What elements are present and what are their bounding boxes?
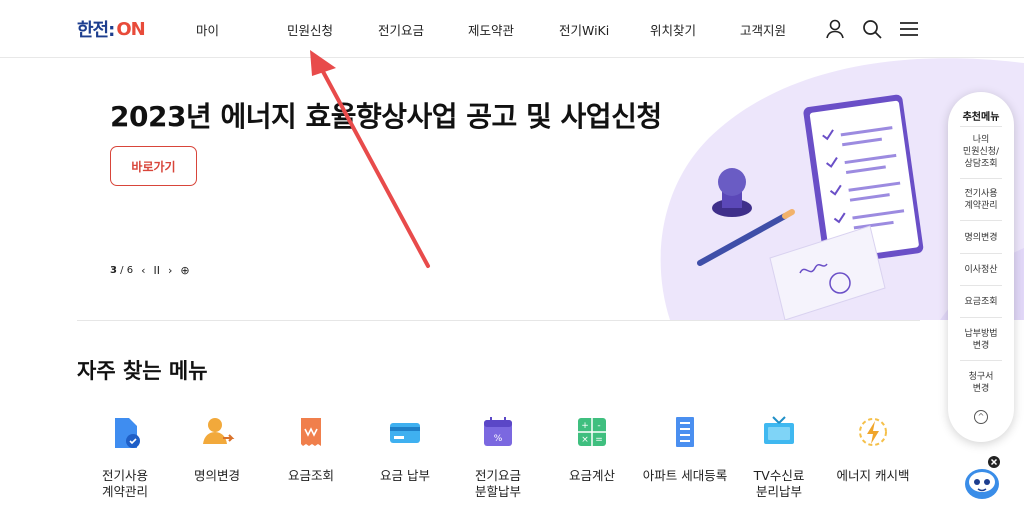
rail-line: 나의 — [972, 135, 990, 145]
menu-label: 에너지 캐시백 — [836, 468, 910, 483]
rail-title: 추천메뉴 — [962, 112, 1000, 123]
rail-line: 전기사용 — [964, 189, 998, 199]
chatbot-icon[interactable] — [960, 456, 1006, 502]
rail-divider — [960, 178, 1002, 179]
nav-item-support[interactable]: 고객지원 — [740, 20, 786, 39]
rail-line: 민원신청/ — [962, 147, 1000, 157]
section-title: 자주 찾는 메뉴 — [77, 359, 208, 383]
rail-divider — [960, 360, 1002, 361]
menu-label-2: 분리납부 — [755, 484, 802, 499]
menu-label: TV수신료 — [753, 468, 805, 483]
pager-count: 3 / 6 — [110, 265, 133, 276]
rail-item-move-settlement[interactable]: 이사정산 — [958, 264, 1004, 276]
brand-logo-on: ON — [116, 18, 145, 40]
rail-line: 변경 — [972, 341, 990, 351]
tv-icon — [764, 416, 794, 444]
menu-item-energy-cashback[interactable]: 에너지 캐시백 — [828, 412, 918, 484]
rail-item-contract[interactable]: 전기사용 계약관리 — [958, 188, 1004, 212]
more-slides-icon[interactable]: ⊕ — [180, 264, 189, 277]
prev-slide-icon[interactable]: ‹ — [141, 264, 145, 277]
rail-item-name-change[interactable]: 명의변경 — [958, 232, 1004, 244]
menu-item-payment[interactable]: 요금 납부 — [360, 412, 450, 484]
menu-label-2: 분할납부 — [474, 484, 521, 499]
rail-line: 명의변경 — [964, 233, 998, 243]
rail-item-my-petition[interactable]: 나의 민원신청/ 상담조회 — [958, 134, 1004, 170]
svg-text:+: + — [581, 421, 589, 431]
header: 한전: ON 마이 민원신청 전기요금 제도약관 전기WiKi 위치찾기 고객지… — [0, 0, 1024, 58]
search-icon[interactable] — [861, 18, 883, 40]
menu-item-name-change[interactable]: 명의변경 — [172, 412, 262, 484]
apartment-icon — [676, 417, 694, 447]
pager-current: 3 — [110, 265, 117, 276]
section-divider — [77, 320, 920, 321]
menu-item-apartment[interactable]: 아파트 세대등록 — [640, 412, 730, 484]
menu-label: 전기사용 — [101, 468, 148, 483]
menu-icon[interactable] — [898, 18, 920, 40]
nav-item-bill[interactable]: 전기요금 — [378, 20, 424, 39]
rail-divider — [960, 220, 1002, 221]
contract-icon — [115, 418, 140, 448]
rail-line: 상담조회 — [964, 159, 998, 169]
rail-divider — [960, 126, 1002, 127]
rail-line: 청구서 — [968, 372, 994, 382]
rail-item-payment-method[interactable]: 납부방법 변경 — [958, 328, 1004, 352]
recommended-menu-rail: 추천메뉴 나의 민원신청/ 상담조회 전기사용 계약관리 명의변경 이사정산 요… — [948, 92, 1014, 442]
rail-line: 요금조회 — [964, 297, 998, 307]
brand-logo-ko: 한전: — [77, 20, 115, 41]
menu-label: 전기요금 — [474, 468, 521, 483]
card-icon — [390, 423, 420, 443]
next-slide-icon[interactable]: › — [168, 264, 172, 277]
svg-text:×: × — [581, 435, 589, 445]
rail-line: 납부방법 — [964, 329, 998, 339]
hero-title: 2023년 에너지 효율향상사업 공고 및 사업신청 — [110, 100, 662, 133]
menu-item-tv-fee[interactable]: TV수신료 분리납부 — [734, 412, 824, 500]
pager-total: / 6 — [120, 265, 134, 276]
menu-label-2: 계약관리 — [101, 484, 148, 499]
svg-text:=: = — [595, 435, 603, 445]
energy-icon — [859, 418, 887, 446]
rail-line: 변경 — [972, 384, 990, 394]
rail-line: 이사정산 — [964, 265, 998, 275]
menu-label: 명의변경 — [193, 468, 240, 483]
nav-item-my[interactable]: 마이 — [196, 20, 219, 39]
shortcut-button[interactable]: 바로가기 — [110, 146, 197, 186]
menu-item-bill-inquiry[interactable]: 요금조회 — [266, 412, 356, 484]
slider-pager: 3 / 6 ‹ II › ⊕ — [110, 264, 190, 277]
chevron-up-icon[interactable]: ^ — [974, 410, 988, 424]
rail-divider — [960, 253, 1002, 254]
menu-item-contract[interactable]: 전기사용 계약관리 — [80, 412, 170, 500]
nav-item-petition[interactable]: 민원신청 — [287, 20, 333, 39]
menu-item-installment[interactable]: % 전기요금 분할납부 — [453, 412, 543, 500]
menu-item-calculator[interactable]: + - × = 요금계산 — [547, 412, 637, 484]
calendar-icon: % — [484, 417, 512, 446]
person-change-icon — [203, 418, 235, 444]
bill-icon — [301, 418, 321, 446]
rail-line: 계약관리 — [964, 201, 998, 211]
rail-item-bill-inquiry[interactable]: 요금조회 — [958, 296, 1004, 308]
page: 한전: ON 마이 민원신청 전기요금 제도약관 전기WiKi 위치찾기 고객지… — [0, 0, 1024, 531]
svg-text:%: % — [494, 434, 503, 444]
nav-item-terms[interactable]: 제도약관 — [468, 20, 514, 39]
brand-logo[interactable]: 한전: ON — [77, 17, 146, 42]
nav-item-location[interactable]: 위치찾기 — [650, 20, 696, 39]
menu-label: 아파트 세대등록 — [642, 468, 728, 483]
rail-divider — [960, 285, 1002, 286]
menu-label: 요금계산 — [568, 468, 615, 483]
pause-icon[interactable]: II — [153, 264, 160, 277]
calculator-icon: + - × = — [578, 418, 606, 446]
user-icon[interactable] — [824, 18, 846, 40]
menu-label: 요금 납부 — [380, 468, 430, 483]
rail-item-invoice-change[interactable]: 청구서 변경 — [958, 371, 1004, 395]
menu-label: 요금조회 — [287, 468, 334, 483]
rail-divider — [960, 317, 1002, 318]
svg-text:-: - — [597, 421, 600, 431]
nav-item-wiki[interactable]: 전기WiKi — [559, 20, 609, 39]
